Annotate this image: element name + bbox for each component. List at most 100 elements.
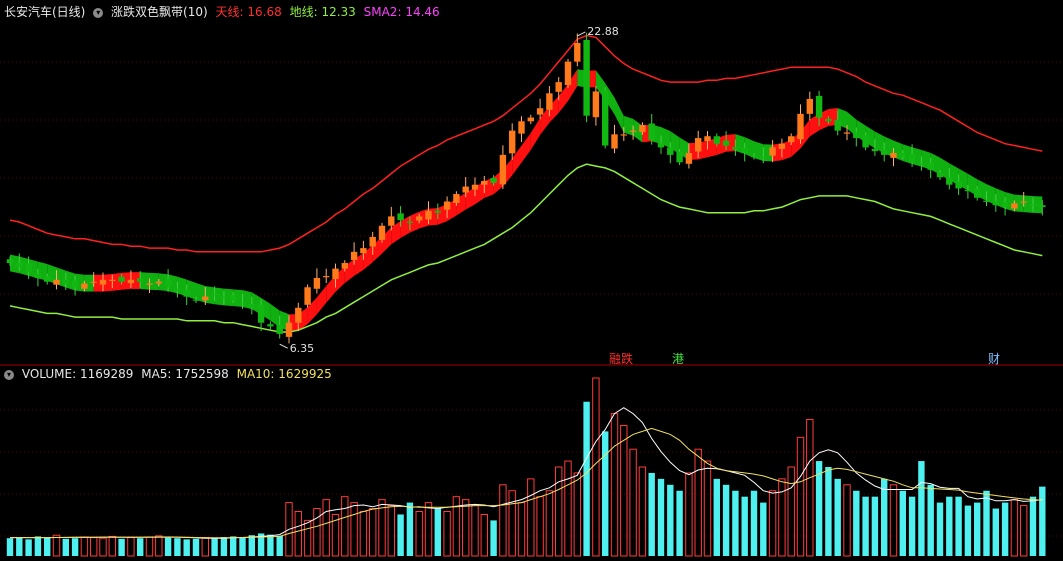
- volume-bars[interactable]: [6, 377, 1046, 557]
- candle-body: [704, 136, 711, 142]
- volume-bar: [341, 496, 349, 557]
- volume-bar: [713, 478, 720, 556]
- volume-bar: [44, 537, 51, 556]
- volume-bar: [620, 424, 628, 557]
- volume-settings-icon[interactable]: ▾: [4, 369, 14, 380]
- candle-body: [871, 148, 879, 152]
- candle-body: [834, 119, 841, 131]
- candle-body: [788, 136, 795, 143]
- ribbon-segment: [530, 118, 541, 150]
- candle-body: [350, 251, 358, 261]
- event-marker-hk[interactable]: 港: [671, 350, 685, 367]
- candle-body: [862, 135, 869, 148]
- volume-bar: [174, 538, 181, 556]
- indicator-name[interactable]: 涨跌双色飘带(10): [111, 5, 208, 19]
- volume-bar: [974, 502, 981, 556]
- volume-bar: [490, 520, 497, 556]
- volume-bar: [946, 496, 953, 556]
- candle-body: [639, 125, 646, 133]
- sky-line-label: 天线:: [215, 5, 244, 19]
- stock-title[interactable]: 长安汽车(日线): [4, 5, 85, 19]
- candle-body: [853, 132, 860, 139]
- candle-body: [81, 283, 88, 289]
- candle-body: [908, 153, 916, 163]
- candle-body: [323, 276, 330, 278]
- candle-body: [927, 162, 934, 170]
- volume-bar: [527, 478, 535, 557]
- volume-bar: [480, 513, 489, 557]
- candle-body: [453, 194, 460, 203]
- volume-bar: [239, 537, 246, 556]
- volume-label: VOLUME:: [21, 367, 77, 381]
- candle-body: [192, 299, 200, 301]
- candle-body: [1029, 204, 1037, 206]
- candle-body: [592, 91, 600, 118]
- volume-bar: [703, 460, 712, 557]
- candle-body: [536, 108, 544, 115]
- candle-body: [99, 279, 107, 285]
- volume-bar: [424, 502, 433, 557]
- event-marker-finance[interactable]: 财: [987, 350, 1001, 367]
- candle-body: [267, 324, 274, 327]
- volume-bar: [99, 537, 107, 557]
- volume-bar: [955, 496, 962, 556]
- candle-body: [899, 153, 906, 157]
- candle-body: [564, 61, 572, 86]
- candle-body: [44, 276, 51, 282]
- candle-body: [360, 248, 367, 254]
- candle-body: [388, 216, 395, 226]
- candle-body: [760, 156, 767, 159]
- ribbon-segment: [623, 115, 634, 136]
- stock-chart[interactable]: 22.88 6.35: [0, 0, 1063, 561]
- volume-bar: [313, 508, 321, 557]
- candle-body: [71, 280, 79, 288]
- ribbon-segment: [326, 275, 336, 303]
- volume-bar: [1010, 499, 1019, 557]
- volume-bar: [294, 511, 303, 557]
- volume-bar: [936, 502, 944, 556]
- candle-body: [378, 225, 386, 240]
- candle-body: [416, 216, 423, 221]
- ribbon-segment: [270, 303, 280, 328]
- candle-body: [313, 277, 321, 289]
- sma2-label: SMA2:: [363, 5, 402, 19]
- candle-body: [667, 147, 674, 155]
- candle-body: [1020, 201, 1027, 203]
- candle-body: [155, 281, 162, 284]
- candle-body: [481, 180, 488, 185]
- candle-body: [620, 134, 627, 136]
- volume-bar: [397, 514, 404, 556]
- volume-bar: [834, 478, 841, 556]
- main-chart-header: 长安汽车(日线) ▾ 涨跌双色飘带(10) 天线: 16.68 地线: 12.3…: [4, 3, 444, 20]
- candle-body: [825, 119, 832, 122]
- candle-body: [239, 303, 246, 305]
- volume-bar: [750, 490, 758, 556]
- settings-icon[interactable]: ▾: [93, 7, 104, 18]
- candle-body: [806, 98, 813, 114]
- candle-body: [443, 201, 451, 210]
- candlestick-series[interactable]: [6, 32, 1046, 344]
- candle-body: [732, 147, 739, 150]
- volume-bar: [108, 535, 116, 557]
- volume-bar: [359, 511, 368, 557]
- volume-bar: [722, 484, 730, 556]
- volume-bar: [220, 537, 228, 556]
- volume-bar: [564, 460, 572, 557]
- volume-bar: [685, 472, 693, 557]
- ma5-label: MA5:: [141, 367, 172, 381]
- volume-bar: [443, 511, 451, 557]
- volume-bar: [16, 537, 23, 556]
- candle-body: [118, 276, 125, 282]
- candle-body: [332, 268, 339, 280]
- candle-body: [146, 283, 153, 285]
- volume-bar: [369, 508, 377, 557]
- candle-body: [955, 181, 962, 189]
- ribbon-segment: [205, 285, 215, 305]
- candle-body: [34, 273, 42, 278]
- volume-bar: [462, 499, 470, 557]
- candle-body: [509, 130, 516, 154]
- volume-bar: [192, 538, 200, 556]
- event-marker-drop[interactable]: 跌: [620, 350, 634, 367]
- volume-bar: [667, 484, 674, 556]
- candle-body: [295, 307, 302, 323]
